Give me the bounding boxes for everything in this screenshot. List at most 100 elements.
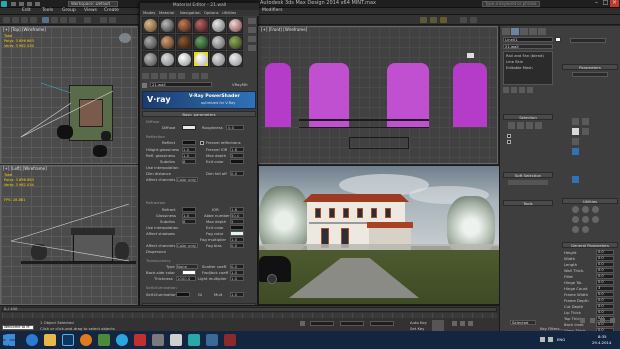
sample-slot[interactable] — [176, 17, 192, 33]
ignore-backfacing-checkbox[interactable] — [507, 140, 511, 144]
sample-slot[interactable] — [227, 51, 243, 67]
menu-views[interactable]: Views — [84, 8, 97, 14]
play-icon[interactable] — [460, 321, 465, 326]
show-end-result-icon[interactable] — [511, 87, 517, 93]
link-icon[interactable] — [21, 17, 28, 23]
stack-item[interactable]: Rail and Fan (blend) — [506, 54, 544, 58]
snap-icon[interactable] — [84, 17, 91, 23]
menu-utilities[interactable]: Utilities — [222, 11, 236, 15]
utility-icon[interactable] — [582, 226, 589, 233]
sample-slot[interactable] — [210, 17, 226, 33]
sample-slot[interactable] — [193, 51, 209, 67]
tool-icon[interactable] — [572, 128, 579, 135]
menu-modifiers[interactable]: Modifiers — [262, 8, 283, 14]
stack-item[interactable]: Line Skin — [506, 60, 523, 64]
unlink-icon[interactable] — [30, 17, 37, 23]
make-unique-icon[interactable] — [519, 87, 525, 93]
object-name-input[interactable]: Line01 — [503, 37, 553, 42]
viewport-perspective-render[interactable] — [258, 165, 500, 305]
dim-falloff-field[interactable]: 0.0 — [230, 171, 244, 176]
hilight-field[interactable]: 1.0 — [182, 147, 196, 152]
media-icon[interactable] — [98, 334, 110, 346]
get-material-icon[interactable] — [142, 73, 149, 79]
selected-dropdown[interactable]: Selected — [510, 320, 536, 325]
sample-slot[interactable] — [159, 51, 175, 67]
sample-slot[interactable] — [227, 17, 243, 33]
utility-icon[interactable] — [592, 206, 599, 213]
modify-tab-icon[interactable] — [511, 28, 519, 35]
viewport-label[interactable]: [+] [Front] [Wireframe] — [261, 28, 307, 32]
named-selection-button[interactable] — [508, 180, 548, 185]
subdivs-field[interactable]: 8 — [182, 159, 196, 164]
max-depth-field[interactable]: 5 — [230, 153, 244, 158]
orbit-icon[interactable] — [600, 318, 605, 323]
maximize-icon[interactable]: □ — [601, 0, 610, 7]
select-icon[interactable] — [42, 17, 49, 23]
put-to-scene-icon[interactable] — [151, 73, 158, 79]
rollout-basic-parameters[interactable]: Basic parameters — [142, 111, 256, 117]
app-icon[interactable] — [224, 334, 236, 346]
3dsmax-icon[interactable] — [188, 334, 200, 346]
quick-access-icon[interactable] — [27, 2, 32, 6]
utility-icon[interactable] — [572, 206, 579, 213]
motion-tab-icon[interactable] — [529, 28, 537, 35]
by-vertex-checkbox[interactable] — [507, 134, 511, 138]
menu-tools[interactable]: Tools — [42, 8, 53, 14]
tool-icon[interactable] — [572, 118, 579, 125]
parameter-spinner[interactable]: 0.0 — [596, 262, 614, 267]
minimize-icon[interactable]: – — [592, 0, 601, 7]
sample-slot[interactable] — [210, 51, 226, 67]
app-icon[interactable] — [170, 334, 182, 346]
firefox-icon[interactable] — [80, 334, 92, 346]
move-icon[interactable] — [51, 17, 58, 23]
sample-slot[interactable] — [159, 34, 175, 50]
workspace-dropdown[interactable]: Workspace: Default — [68, 1, 118, 7]
exit-color-swatch[interactable] — [230, 159, 244, 164]
rollout-soft-selection[interactable]: Soft Selection — [503, 172, 553, 178]
sample-slot[interactable] — [142, 34, 158, 50]
modifier-stack[interactable]: Rail and Fan (blend) Line Skin Editable … — [503, 51, 553, 85]
mult-field[interactable]: 1.0 — [230, 292, 244, 297]
x-coordinate[interactable] — [310, 321, 334, 326]
sample-slot[interactable] — [193, 17, 209, 33]
rotate-icon[interactable] — [60, 17, 67, 23]
clock-date[interactable]: 29.4.2014 — [592, 341, 611, 345]
menu-options[interactable]: Options — [204, 11, 219, 15]
modifier-list-dropdown[interactable]: 21.wall — [503, 44, 553, 49]
magenta-column[interactable] — [453, 63, 487, 127]
parameter-spinner[interactable]: 0.0 — [596, 250, 614, 255]
quick-access-icon[interactable] — [11, 2, 16, 6]
pan-icon[interactable] — [590, 318, 595, 323]
sample-slot[interactable] — [142, 17, 158, 33]
tool-icon[interactable] — [572, 138, 579, 145]
rollout-utilities[interactable]: Utilities — [562, 198, 618, 204]
photoshop-icon[interactable] — [62, 334, 74, 346]
uv-tiling-icon[interactable] — [248, 45, 256, 51]
skype-icon[interactable] — [116, 334, 128, 346]
max-depth-refr-field[interactable]: 5 — [230, 219, 244, 224]
menu-material[interactable]: Material — [159, 11, 174, 15]
magenta-column[interactable] — [309, 63, 349, 127]
render-icon[interactable] — [440, 17, 447, 23]
y-coordinate[interactable] — [340, 321, 364, 326]
maxscript-listener[interactable]: Welcome to M — [2, 325, 34, 330]
reflect-swatch[interactable] — [182, 140, 196, 145]
parameter-spinner[interactable]: 0.0 — [596, 304, 614, 309]
time-slider[interactable] — [2, 307, 497, 312]
close-icon[interactable]: × — [610, 0, 619, 7]
thickness-field[interactable]: 1000.0 — [176, 276, 196, 281]
backlight-icon[interactable] — [248, 27, 256, 33]
utility-icon[interactable] — [582, 206, 589, 213]
align-icon[interactable] — [109, 17, 116, 23]
roughness-field[interactable]: 0.0 — [226, 125, 244, 130]
fog-bias-field[interactable]: 0.0 — [230, 243, 244, 248]
timeline-track[interactable] — [2, 313, 497, 318]
zoom-icon[interactable] — [580, 318, 585, 323]
fwd-bck-field[interactable]: 1.0 — [230, 270, 244, 275]
display-tab-icon[interactable] — [538, 28, 546, 35]
fresnel-ior-field[interactable]: 1.6 — [230, 147, 244, 152]
element-icon[interactable] — [535, 122, 542, 129]
z-coordinate[interactable] — [370, 321, 394, 326]
search-input[interactable]: Type a keyword or phrase — [482, 1, 540, 7]
layers-icon[interactable] — [460, 17, 467, 23]
